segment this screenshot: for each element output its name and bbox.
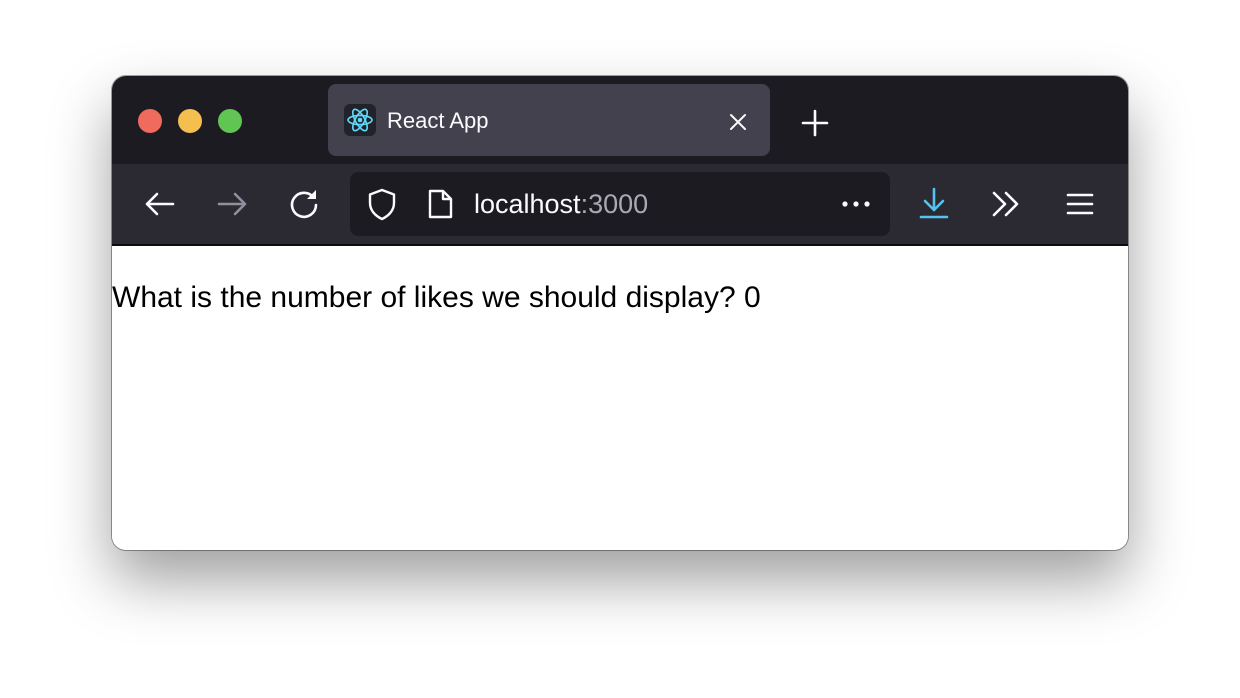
arrow-left-icon[interactable] xyxy=(142,186,178,222)
new-tab-plus-icon[interactable] xyxy=(798,106,832,140)
reload-icon[interactable] xyxy=(286,186,322,222)
more-horizontal-icon[interactable] xyxy=(838,186,874,222)
url-host: localhost xyxy=(474,189,581,219)
window-close-button[interactable] xyxy=(138,109,162,133)
tab-close-icon[interactable] xyxy=(724,108,752,136)
title-bar: React App xyxy=(112,76,1128,164)
likes-text: What is the number of likes we should di… xyxy=(112,281,761,314)
window-minimize-button[interactable] xyxy=(178,109,202,133)
address-bar[interactable]: localhost:3000 xyxy=(350,172,890,236)
tab-title: React App xyxy=(387,108,489,133)
chevron-double-right-icon[interactable] xyxy=(988,186,1024,222)
navigation-toolbar: localhost:3000 xyxy=(112,164,1128,246)
page-content: What is the number of likes we should di… xyxy=(112,246,1128,550)
arrow-right-icon[interactable] xyxy=(214,186,250,222)
browser-window: React App localhost:3000 What is the num… xyxy=(112,76,1128,550)
page-icon[interactable] xyxy=(422,186,458,222)
url-port: :3000 xyxy=(580,189,649,219)
react-logo-icon xyxy=(344,104,376,136)
url-text[interactable]: localhost:3000 xyxy=(474,189,648,219)
hamburger-menu-icon[interactable] xyxy=(1062,186,1098,222)
tab-react-app[interactable]: React App xyxy=(328,84,770,156)
download-icon[interactable] xyxy=(916,186,952,222)
shield-icon[interactable] xyxy=(364,186,400,222)
window-maximize-button[interactable] xyxy=(218,109,242,133)
